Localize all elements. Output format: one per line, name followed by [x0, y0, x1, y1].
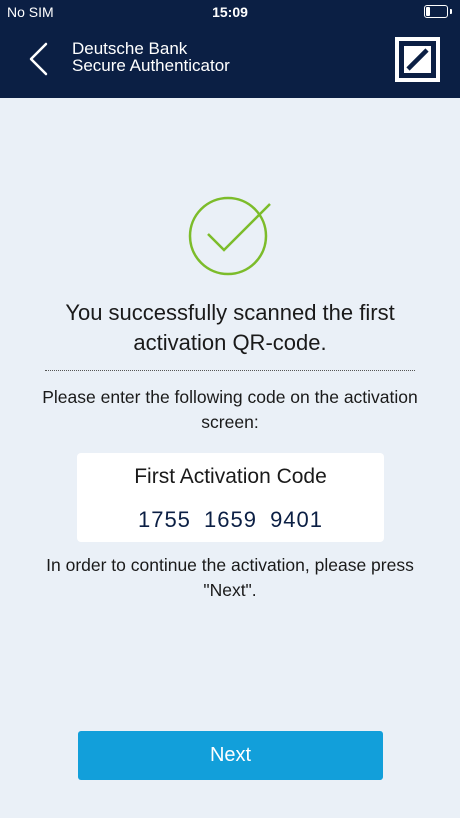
- continue-instruction: In order to continue the activation, ple…: [46, 555, 414, 600]
- instruction-text: Please enter the following code on the a…: [42, 387, 418, 432]
- status-bar: No SIM 15:09: [0, 0, 460, 24]
- battery-icon: [424, 5, 452, 18]
- battery-level: [426, 7, 430, 16]
- logo-icon: [399, 41, 436, 78]
- title-line-1: Deutsche Bank: [72, 39, 188, 58]
- chevron-left-icon: [29, 42, 48, 76]
- activation-code-value: 1755 1659 9401: [137, 507, 324, 532]
- app-header: No SIM 15:09 Deutsche Bank Secure Authen…: [0, 0, 460, 98]
- divider: [45, 370, 415, 371]
- status-time: 15:09: [212, 4, 248, 20]
- success-message: You successfully scanned the first activ…: [65, 300, 395, 355]
- title-line-2: Secure Authenticator: [72, 56, 230, 75]
- deutsche-bank-logo: [395, 37, 440, 82]
- back-button[interactable]: [20, 38, 56, 80]
- success-check-icon: [188, 196, 271, 276]
- activation-code-label: First Activation Code: [134, 465, 327, 488]
- activation-code-card: First Activation Code 1755 1659 9401: [77, 453, 384, 542]
- page-title: Deutsche Bank Secure Authenticator: [72, 40, 230, 74]
- next-button[interactable]: Next: [78, 731, 383, 780]
